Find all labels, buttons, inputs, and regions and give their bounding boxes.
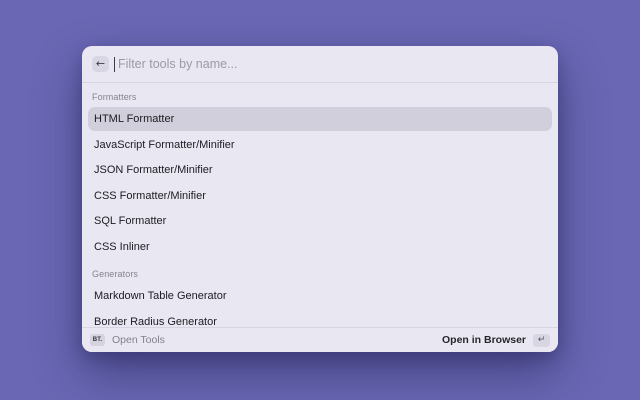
list-item[interactable]: Markdown Table Generator	[88, 284, 552, 308]
list-item[interactable]: JavaScript Formatter/Minifier	[88, 133, 552, 157]
open-in-browser-action[interactable]: Open in Browser ↵	[441, 333, 550, 347]
desktop-background: ← Formatters HTML FormatterJavaScript For…	[0, 0, 640, 400]
enter-key-icon: ↵	[533, 333, 550, 347]
app-logo-icon: BT.	[90, 334, 105, 346]
list-item[interactable]: Border Radius Generator	[88, 310, 552, 328]
list-item[interactable]: CSS Inliner	[88, 235, 552, 259]
command-palette-window: ← Formatters HTML FormatterJavaScript For…	[82, 46, 558, 352]
back-arrow-icon: ←	[95, 57, 106, 70]
search-input[interactable]	[116, 56, 548, 72]
list-item[interactable]: SQL Formatter	[88, 209, 552, 233]
app-name-label: Open Tools	[112, 334, 165, 346]
list-item[interactable]: CSS Formatter/Minifier	[88, 184, 552, 208]
tool-list: Formatters HTML Formatter JavaScript Forma…	[82, 83, 558, 327]
section-header: Generators	[92, 269, 139, 279]
list-item[interactable]: JSON Formatter/Minifier	[88, 158, 552, 182]
back-button[interactable]: ←	[92, 56, 109, 72]
text-caret	[114, 56, 115, 72]
list-item[interactable]: HTML Formatter	[88, 107, 552, 131]
footer-app-info: BT. Open Tools	[90, 334, 165, 346]
section-header: Formatters	[92, 92, 137, 102]
search-bar: ←	[82, 46, 558, 83]
footer-bar: BT. Open Tools Open in Browser ↵	[82, 327, 558, 352]
action-label: Open in Browser	[441, 334, 526, 346]
